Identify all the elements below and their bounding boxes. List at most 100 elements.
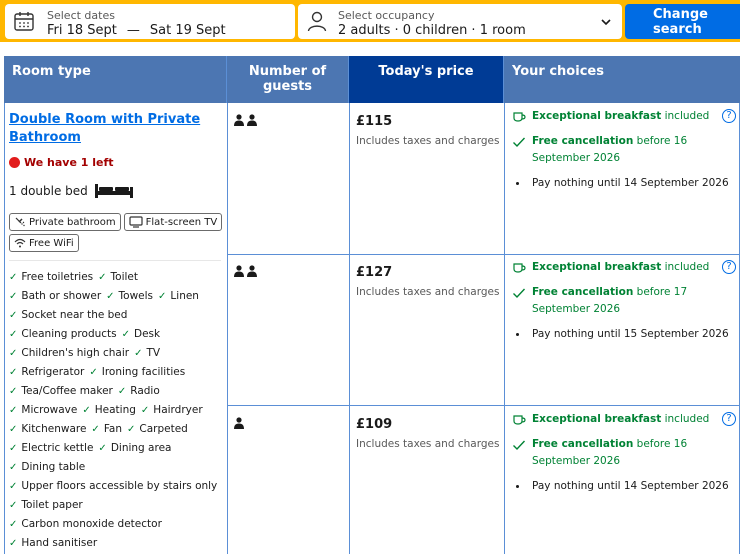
help-icon[interactable]: ?	[722, 109, 736, 123]
help-icon[interactable]: ?	[722, 412, 736, 426]
guests-cell	[234, 262, 260, 281]
amenity: Towels	[106, 287, 154, 306]
amenity: Tea/Coffee maker	[9, 382, 112, 401]
price-note: Includes taxes and charges	[356, 286, 500, 298]
room-type-cell: Double Room with Private Bathroom We hav…	[9, 111, 229, 553]
checkmark-icon	[513, 288, 526, 299]
room-badges: Private bathroom Flat-screen TV Free WiF…	[9, 213, 229, 252]
price-cell: £127 Includes taxes and charges	[356, 265, 501, 298]
amenity: Free toiletries	[9, 268, 93, 287]
date-separator: —	[126, 23, 140, 38]
amenity: Microwave	[9, 401, 77, 420]
price-note: Includes taxes and charges	[356, 438, 500, 450]
table-border	[349, 103, 350, 554]
amenity: Ironing facilities	[89, 363, 185, 382]
row-divider	[227, 254, 740, 255]
guests-cell	[234, 414, 246, 433]
guests-cell	[234, 111, 260, 130]
change-search-button[interactable]: Change search	[625, 4, 740, 39]
calendar-icon	[14, 12, 34, 31]
amenity: Electric kettle	[9, 439, 93, 458]
divider	[9, 260, 221, 261]
occupancy-value: 2 adults · 0 children · 1 room	[338, 23, 526, 38]
amenity: Toilet paper	[9, 496, 82, 515]
choices-cell: Exceptional breakfast included Free canc…	[512, 411, 740, 503]
help-icon[interactable]: ?	[722, 260, 736, 274]
table-border	[504, 103, 505, 554]
amenity: Dining table	[9, 458, 85, 477]
coffee-cup-icon	[513, 415, 526, 425]
payment-choice: Pay nothing until 15 September 2026	[512, 326, 740, 343]
checkmark-icon	[513, 440, 526, 451]
amenity: Fan	[91, 420, 122, 439]
bed-info: 1 double bed	[9, 183, 229, 199]
amenity: Socket near the bed	[9, 306, 127, 325]
tv-icon	[129, 216, 143, 228]
amenity: TV	[134, 344, 161, 363]
breakfast-choice: Exceptional breakfast included	[512, 108, 740, 125]
scarcity-message: We have 1 left	[9, 156, 229, 169]
header-room-type: Room type	[4, 56, 227, 103]
bullet-icon	[516, 485, 519, 488]
breakfast-choice: Exceptional breakfast included	[512, 259, 740, 276]
price-value: £109	[356, 417, 393, 432]
amenity: Heating	[82, 401, 136, 420]
amenity: Dining area	[98, 439, 172, 458]
row-divider	[227, 405, 740, 406]
payment-choice: Pay nothing until 14 September 2026	[512, 175, 740, 192]
cancellation-choice: Free cancellation before 16 September 20…	[512, 133, 740, 167]
bullet-icon	[516, 182, 519, 185]
amenities-list: Free toiletries Toilet Bath or shower Towe…	[9, 268, 223, 553]
amenity: Upper floors accessible by stairs only	[9, 477, 217, 496]
shower-icon	[15, 217, 25, 227]
occupancy-field[interactable]: Select occupancy 2 adults · 0 children ·…	[298, 4, 622, 39]
coffee-cup-icon	[513, 112, 526, 122]
person-icon	[234, 265, 257, 277]
amenity: Toilet	[98, 268, 138, 287]
cancellation-choice: Free cancellation before 17 September 20…	[512, 284, 740, 318]
amenity: Refrigerator	[9, 363, 84, 382]
choices-cell: Exceptional breakfast included Free canc…	[512, 108, 740, 200]
amenity: Children's high chair	[9, 344, 129, 363]
price-note: Includes taxes and charges	[356, 135, 500, 147]
occupancy-label: Select occupancy	[338, 9, 435, 22]
badge-private-bathroom: Private bathroom	[9, 213, 121, 231]
check-in-date: Fri 18 Sept	[47, 23, 117, 38]
badge-flat-screen-tv: Flat-screen TV	[123, 213, 223, 231]
amenity: Carpeted	[127, 420, 187, 439]
amenity: Radio	[118, 382, 160, 401]
dates-field[interactable]: Select dates Fri 18 Sept — Sat 19 Sept	[5, 4, 295, 39]
price-cell: £109 Includes taxes and charges	[356, 417, 501, 450]
amenity: Hairdryer	[141, 401, 202, 420]
chevron-down-icon	[601, 19, 611, 26]
amenity: Carbon monoxide detector	[9, 515, 162, 534]
amenity: Linen	[158, 287, 199, 306]
amenity: Hand sanitiser	[9, 534, 97, 553]
dates-value: Fri 18 Sept — Sat 19 Sept	[47, 23, 226, 38]
coffee-cup-icon	[513, 263, 526, 273]
double-bed-icon	[94, 184, 133, 198]
amenity: Cleaning products	[9, 325, 116, 344]
choices-cell: Exceptional breakfast included Free canc…	[512, 259, 740, 351]
room-name-link[interactable]: Double Room with Private Bathroom	[9, 111, 229, 147]
amenity: Kitchenware	[9, 420, 86, 439]
price-cell: £115 Includes taxes and charges	[356, 114, 501, 147]
scarcity-text: We have 1 left	[24, 156, 114, 169]
wifi-icon	[14, 238, 26, 248]
bullet-icon	[516, 333, 519, 336]
cancellation-choice: Free cancellation before 16 September 20…	[512, 436, 740, 470]
header-guests: Number of guests	[227, 56, 349, 103]
breakfast-choice: Exceptional breakfast included	[512, 411, 740, 428]
amenity: Bath or shower	[9, 287, 101, 306]
payment-choice: Pay nothing until 14 September 2026	[512, 478, 740, 495]
amenity: Desk	[122, 325, 160, 344]
person-icon	[234, 114, 257, 126]
header-price: Today's price	[349, 56, 504, 103]
person-icon	[307, 11, 327, 32]
dates-label: Select dates	[47, 9, 115, 22]
checkmark-icon	[513, 137, 526, 148]
table-border	[4, 103, 5, 554]
header-choices: Your choices	[504, 56, 740, 103]
person-icon	[234, 417, 244, 429]
alert-dot-icon	[9, 157, 20, 168]
